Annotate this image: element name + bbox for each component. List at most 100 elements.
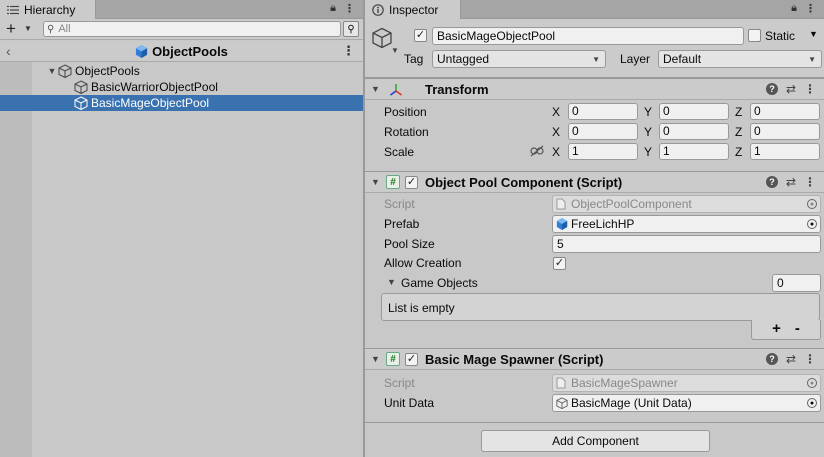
component-enabled-checkbox[interactable]: ✓ (405, 353, 418, 366)
hierarchy-tab[interactable]: Hierarchy (0, 0, 96, 19)
layer-value: Default (663, 52, 702, 66)
add-component-button[interactable]: Add Component (481, 430, 710, 452)
inspector-tab-bar: Inspector 🔒︎ ⋮ (365, 0, 824, 19)
game-objects-fold-icon[interactable]: ▼ (387, 277, 396, 287)
object-pool-component-title: Object Pool Component (Script) (425, 175, 623, 190)
presets-icon[interactable]: ⇄ (786, 175, 796, 189)
layer-label: Layer (620, 52, 651, 66)
pool-size-field[interactable]: 5 (552, 235, 821, 253)
component-menu-icon[interactable]: ⋮ (804, 175, 816, 189)
inspector-tab-label: Inspector (389, 2, 439, 17)
tag-dropdown[interactable]: Untagged ▼ (432, 50, 606, 68)
axis-z-label: Z (735, 125, 743, 139)
scale-y-field[interactable]: 1 (659, 143, 729, 160)
hierarchy-gutter (0, 62, 32, 457)
gameobject-cube-icon (58, 64, 72, 78)
unit-data-value: BasicMage (Unit Data) (571, 396, 692, 410)
tree-item-basicwarriorobjectpool[interactable]: BasicWarriorObjectPool (0, 79, 363, 95)
unit-data-field[interactable]: BasicMage (Unit Data) ● (552, 394, 821, 412)
tag-label: Tag (404, 52, 424, 66)
prefab-field[interactable]: FreeLichHP ● (552, 215, 821, 233)
component-menu-icon[interactable]: ⋮ (804, 352, 816, 366)
hierarchy-panel: Hierarchy 🔒︎ ⋮ + ▼ ⚲ All ⚲ ‹ ObjectPools… (0, 0, 363, 457)
static-checkbox[interactable] (748, 29, 761, 42)
layer-dropdown[interactable]: Default ▼ (658, 50, 822, 68)
chevron-down-icon: ▼ (808, 55, 816, 64)
component-menu-icon[interactable]: ⋮ (804, 82, 816, 96)
scale-x-field[interactable]: 1 (568, 143, 638, 160)
object-pool-component-header[interactable]: ▼ # ✓ Object Pool Component (Script) ? ⇄… (365, 171, 824, 193)
search-filter-button[interactable]: ⚲ (343, 21, 359, 37)
script-file-icon (556, 198, 568, 210)
position-y-field[interactable]: 0 (659, 103, 729, 120)
rotation-x-field[interactable]: 0 (568, 123, 638, 140)
list-remove-button[interactable]: - (795, 320, 800, 339)
filter-icon: ⚲ (347, 23, 355, 35)
constrain-proportions-icon[interactable] (530, 145, 544, 157)
help-icon[interactable]: ? (765, 353, 778, 365)
active-checkbox[interactable]: ✓ (414, 29, 427, 42)
fold-arrow-icon[interactable]: ▼ (371, 354, 380, 364)
scale-z-field[interactable]: 1 (750, 143, 820, 160)
pool-size-value: 5 (557, 237, 564, 251)
chevron-down-icon: ▼ (592, 55, 600, 64)
object-name-text: BasicMageObjectPool (437, 29, 556, 43)
component-enabled-checkbox[interactable]: ✓ (405, 176, 418, 189)
tree-item-label: BasicWarriorObjectPool (91, 80, 218, 94)
list-icon (6, 5, 20, 15)
script-hash-icon: # (386, 175, 400, 189)
help-icon[interactable]: ? (765, 83, 778, 95)
object-name-field[interactable]: BasicMageObjectPool (432, 27, 744, 45)
lock-icon[interactable]: 🔒︎ (791, 2, 797, 15)
gameobject-cube-icon[interactable] (371, 27, 393, 49)
search-icon: ⚲ (47, 23, 55, 35)
chevron-down-icon[interactable]: ▼ (391, 46, 399, 55)
scene-menu-icon[interactable]: ⋮ (342, 43, 355, 59)
fold-arrow-icon[interactable]: ▼ (371, 177, 380, 187)
game-objects-size-field[interactable]: 0 (772, 274, 821, 292)
add-object-button[interactable]: + (6, 20, 16, 38)
scriptable-object-icon (556, 397, 568, 409)
basic-mage-spawner-header[interactable]: ▼ # ✓ Basic Mage Spawner (Script) ? ⇄ ⋮ (365, 348, 824, 370)
pool-size-label: Pool Size (384, 237, 435, 251)
script-hash-icon: # (386, 352, 400, 366)
hierarchy-search-input[interactable]: ⚲ All (43, 21, 341, 37)
transform-axes-icon (390, 84, 402, 96)
static-label: Static (765, 29, 796, 43)
object-picker-icon[interactable]: ● (807, 398, 817, 408)
fold-arrow-icon[interactable]: ▼ (371, 84, 380, 94)
spawner-script-field: BasicMageSpawner ● (552, 374, 821, 392)
position-x-field[interactable]: 0 (568, 103, 638, 120)
basic-mage-spawner-title: Basic Mage Spawner (Script) (425, 352, 604, 367)
static-dropdown-arrow-icon[interactable]: ▼ (809, 29, 818, 39)
more-options-icon[interactable]: ⋮ (344, 2, 355, 15)
object-header: ▼ ✓ BasicMageObjectPool Static ▼ Tag Unt… (365, 19, 824, 78)
gameobject-cube-icon (74, 96, 88, 110)
list-add-remove-bar: + - (751, 320, 821, 340)
rotation-y-field[interactable]: 0 (659, 123, 729, 140)
list-add-button[interactable]: + (772, 320, 781, 339)
chevron-down-icon[interactable]: ▼ (24, 24, 32, 33)
position-z-field[interactable]: 0 (750, 103, 820, 120)
search-placeholder: All (58, 23, 71, 35)
tree-item-basicmageobjectpool[interactable]: BasicMageObjectPool (0, 95, 363, 111)
presets-icon[interactable]: ⇄ (786, 352, 796, 366)
allow-creation-checkbox[interactable]: ✓ (553, 257, 566, 270)
help-icon[interactable]: ? (765, 176, 778, 188)
rotation-z-field[interactable]: 0 (750, 123, 820, 140)
inspector-tab[interactable]: Inspector (365, 0, 461, 19)
transform-header[interactable]: ▼ Transform ? ⇄ ⋮ (365, 78, 824, 100)
more-options-icon[interactable]: ⋮ (805, 2, 816, 15)
object-picker-icon: ● (807, 199, 817, 209)
expand-arrow-icon[interactable]: ▼ (46, 66, 58, 76)
transform-title: Transform (425, 82, 489, 97)
axis-z-label: Z (735, 145, 743, 159)
object-picker-icon[interactable]: ● (807, 219, 817, 229)
hierarchy-tab-label: Hierarchy (24, 2, 76, 17)
axis-z-label: Z (735, 105, 743, 119)
lock-icon[interactable]: 🔒︎ (330, 2, 336, 15)
presets-icon[interactable]: ⇄ (786, 82, 796, 96)
tree-item-objectpools[interactable]: ▼ ObjectPools (0, 63, 363, 79)
script-label: Script (384, 376, 415, 390)
pool-script-field: ObjectPoolComponent ● (552, 195, 821, 213)
